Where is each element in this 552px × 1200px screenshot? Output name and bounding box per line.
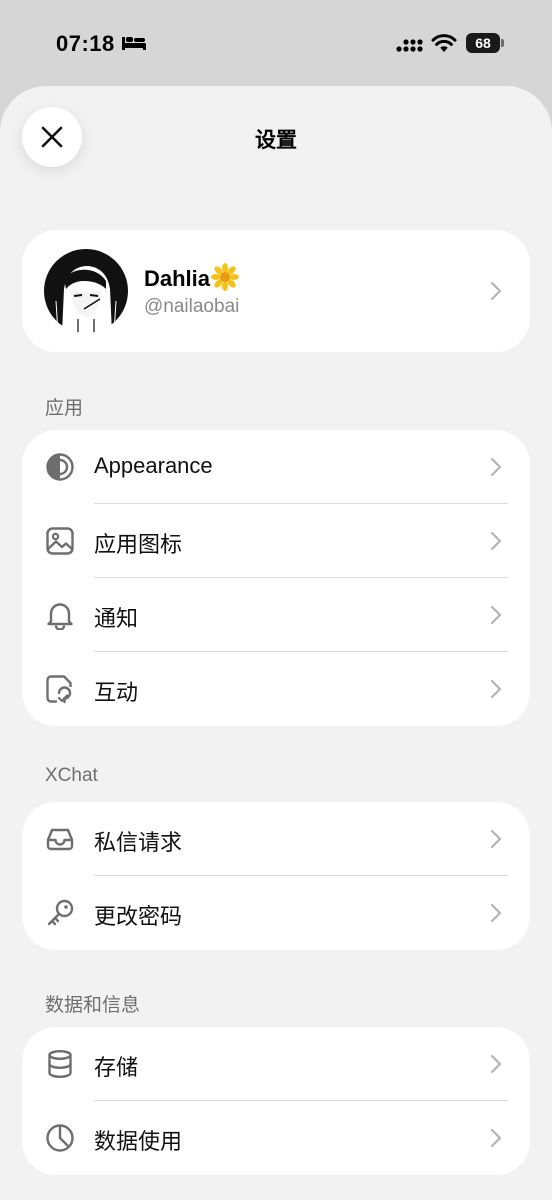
data-settings-card: 存储 数据使用: [22, 1027, 530, 1175]
chevron-right-icon: [490, 679, 502, 699]
settings-item-label: 互动: [94, 680, 139, 705]
settings-item-label: 应用图标: [94, 532, 183, 557]
chevron-right-icon: [490, 457, 502, 477]
status-bar: 07:18 68: [0, 0, 552, 86]
section-label-data: 数据和信息: [45, 995, 141, 1016]
xchat-settings-card: 私信请求 更改密码: [22, 802, 530, 950]
battery-level: 68: [466, 33, 500, 53]
clock-icon: [46, 1124, 74, 1152]
settings-item-app-icon[interactable]: 应用图标: [22, 504, 530, 578]
profile-card[interactable]: Dahlia @nailaobai: [22, 230, 530, 352]
app-settings-card: Appearance 应用图标 通知 互动: [22, 430, 530, 726]
status-time: 07:18: [56, 31, 115, 56]
settings-item-storage[interactable]: 存储: [22, 1027, 530, 1101]
settings-item-label: 更改密码: [94, 904, 183, 929]
chevron-right-icon: [490, 531, 502, 551]
flower-emoji-icon: [211, 263, 240, 297]
chevron-right-icon: [490, 1128, 502, 1148]
image-icon: [46, 527, 74, 555]
chevron-right-icon: [490, 1054, 502, 1074]
settings-item-label: 存储: [94, 1055, 139, 1080]
settings-item-label: 数据使用: [94, 1129, 183, 1154]
settings-item-label: 私信请求: [94, 830, 183, 855]
chevron-right-icon: [490, 281, 502, 301]
key-icon: [47, 899, 74, 926]
settings-item-notifications[interactable]: 通知: [22, 578, 530, 652]
section-label-app: 应用: [45, 398, 84, 419]
chevron-right-icon: [490, 605, 502, 625]
settings-item-label: 通知: [94, 606, 139, 631]
settings-item-label: Appearance: [94, 453, 213, 478]
profile-name-text: Dahlia: [144, 266, 211, 291]
battery-indicator: 68: [466, 33, 504, 55]
inbox-icon: [46, 828, 74, 851]
wifi-icon: [431, 34, 457, 52]
settings-item-data-usage[interactable]: 数据使用: [22, 1101, 530, 1175]
chevron-right-icon: [490, 829, 502, 849]
appearance-icon: [46, 453, 74, 481]
avatar[interactable]: [44, 249, 128, 333]
bell-icon: [47, 603, 73, 630]
cellular-signal-icon: [396, 39, 423, 52]
settings-item-appearance[interactable]: Appearance: [22, 430, 530, 504]
section-label-xchat: XChat: [45, 765, 98, 786]
profile-name: Dahlia: [144, 263, 240, 297]
settings-item-change-password[interactable]: 更改密码: [22, 876, 530, 950]
settings-item-message-requests[interactable]: 私信请求: [22, 802, 530, 876]
page-title: 设置: [255, 129, 297, 152]
database-icon: [48, 1050, 72, 1078]
avatar-image: [44, 249, 128, 333]
settings-item-interactions[interactable]: 互动: [22, 652, 530, 726]
chevron-right-icon: [490, 903, 502, 923]
bed-icon: [122, 37, 146, 50]
profile-handle: @nailaobai: [144, 296, 240, 317]
interaction-icon: [46, 675, 72, 704]
